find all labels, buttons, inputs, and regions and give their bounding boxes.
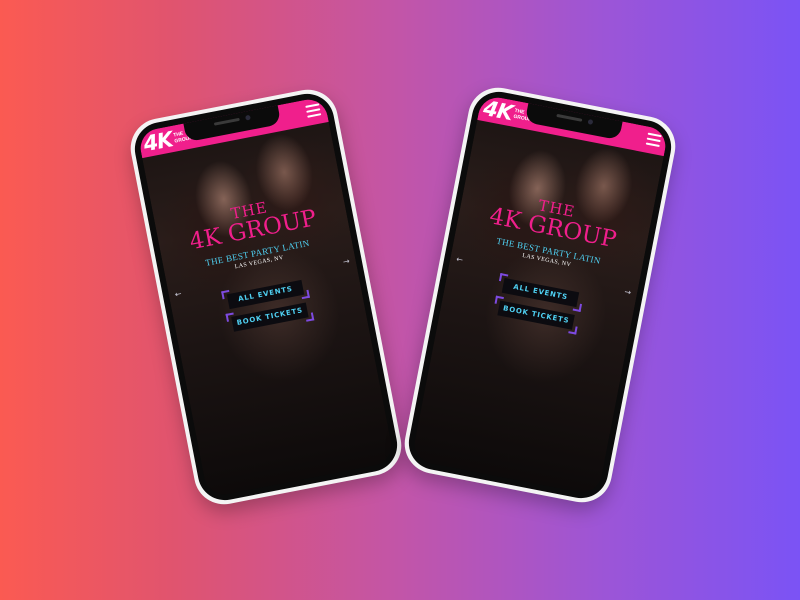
book-tickets-button[interactable]: BOOK TICKETS xyxy=(497,300,575,330)
mockup-background: { "site": { "logo_main": "4K", "logo_sma… xyxy=(0,0,800,600)
phone-screen: 4K THE GROUP ← → THE 4K GROUP THE BEST P… xyxy=(411,94,669,496)
hero-section: THE 4K GROUP THE BEST PARTY LATIN LAS VE… xyxy=(154,185,364,343)
book-tickets-button[interactable]: BOOK TICKETS xyxy=(231,302,309,332)
logo-mark: 4K xyxy=(481,96,515,126)
logo-mark: 4K xyxy=(141,127,175,157)
speaker-grille xyxy=(213,117,240,126)
hamburger-menu-icon[interactable] xyxy=(305,103,322,118)
phone-mockup-right: 4K THE GROUP ← → THE 4K GROUP THE BEST P… xyxy=(399,82,681,508)
phone-mockup-left: 4K THE GROUP ← → THE 4K GROUP THE BEST P… xyxy=(125,84,407,510)
front-camera-icon xyxy=(245,114,251,121)
front-camera-icon xyxy=(587,119,594,125)
speaker-grille xyxy=(556,113,583,122)
hamburger-menu-icon[interactable] xyxy=(645,132,662,148)
hero-section: THE 4K GROUP THE BEST PARTY LATIN LAS VE… xyxy=(441,183,651,341)
phone-screen: 4K THE GROUP ← → THE 4K GROUP THE BEST P… xyxy=(137,96,395,498)
